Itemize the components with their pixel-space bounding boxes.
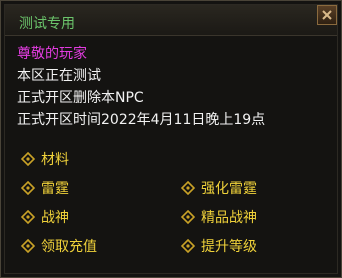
npc-speaker-name: 尊敬的玩家 [17,46,87,62]
dialog-title: 测试专用 [19,16,75,32]
diamond-bullet-icon [21,239,35,253]
dialog-titlebar: 测试专用 [5,5,337,36]
option-label: 材料 [41,152,69,168]
diamond-bullet-icon [21,181,35,195]
option-label: 提升等级 [201,239,257,255]
option-label: 雷霆 [41,181,69,197]
option-label: 精品战神 [201,210,257,226]
diamond-bullet-icon [21,152,35,166]
option-label: 强化雷霆 [201,181,257,197]
close-button[interactable] [317,5,337,25]
option-recharge[interactable]: 领取充值 [21,236,97,256]
option-upgrade[interactable]: 提升等级 [181,236,257,256]
option-label: 领取充值 [41,239,97,255]
option-jingpin-zhanshen[interactable]: 精品战神 [181,207,257,227]
npc-message-line: 正式开区时间2022年4月11日晚上19点 [17,112,266,128]
option-material[interactable]: 材料 [21,149,69,169]
option-leiting[interactable]: 雷霆 [21,178,69,198]
option-label: 战神 [41,210,69,226]
diamond-bullet-icon [181,210,195,224]
diamond-bullet-icon [181,181,195,195]
option-zhanshen[interactable]: 战神 [21,207,69,227]
npc-dialog: 测试专用 尊敬的玩家 本区正在测试 正式开区删除本NPC 正式开区时间2022年… [0,0,342,278]
diamond-bullet-icon [21,210,35,224]
diamond-bullet-icon [181,239,195,253]
npc-message-line: 本区正在测试 [17,68,101,84]
npc-message-line: 正式开区删除本NPC [17,90,144,106]
option-qianghua-leiting[interactable]: 强化雷霆 [181,178,257,198]
close-icon [322,10,332,20]
